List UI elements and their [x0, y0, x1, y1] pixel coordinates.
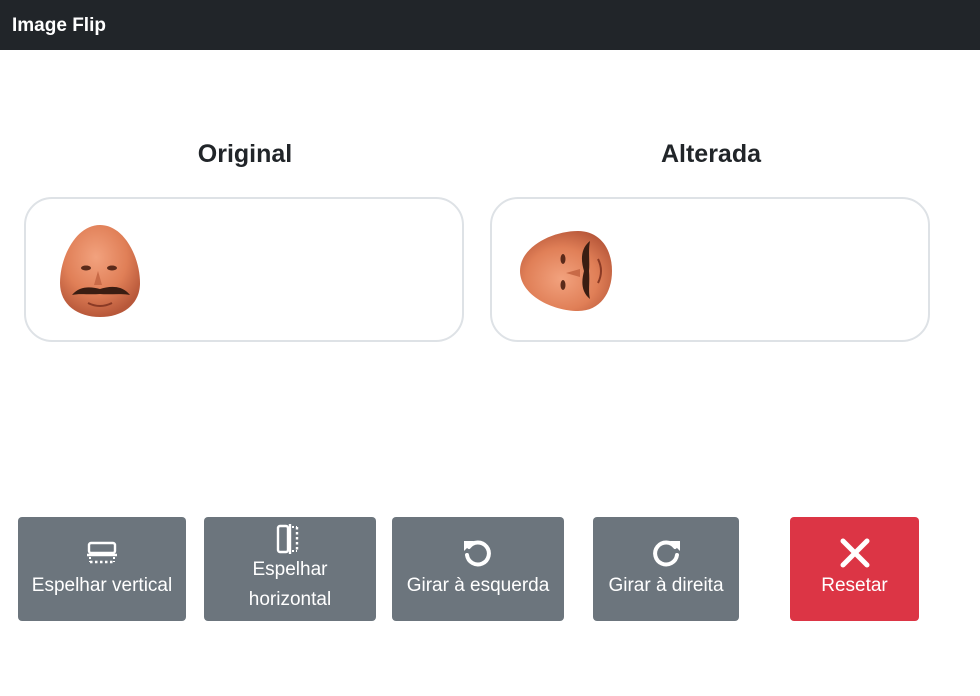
flip-horizontal-icon	[276, 523, 304, 555]
altered-image	[520, 231, 612, 311]
rotate-right-label: Girar à direita	[608, 575, 724, 596]
rotate-right-icon	[650, 537, 682, 569]
original-image-panel	[24, 197, 464, 342]
app-title: Image Flip	[12, 15, 106, 36]
flip-vertical-icon	[87, 537, 117, 569]
mirror-horizontal-label: Espelhar horizontal	[248, 559, 332, 610]
app-title-bar: Image Flip	[0, 0, 980, 50]
rotate-left-label: Girar à esquerda	[406, 575, 550, 596]
rotate-left-button[interactable]: Girar à esquerda	[392, 517, 564, 621]
rotate-left-icon	[462, 537, 494, 569]
altered-heading: Alterada	[660, 140, 762, 168]
mirror-vertical-label: Espelhar vertical	[31, 575, 173, 596]
mirror-horizontal-button[interactable]: Espelhar horizontal	[204, 517, 376, 621]
rotate-right-button[interactable]: Girar à direita	[593, 517, 739, 621]
original-image	[60, 225, 140, 317]
reset-label: Resetar	[821, 575, 888, 596]
close-icon	[839, 537, 871, 569]
original-heading: Original	[197, 140, 293, 168]
altered-image-panel	[490, 197, 930, 342]
mirror-vertical-button[interactable]: Espelhar vertical	[18, 517, 186, 621]
reset-button[interactable]: Resetar	[790, 517, 919, 621]
